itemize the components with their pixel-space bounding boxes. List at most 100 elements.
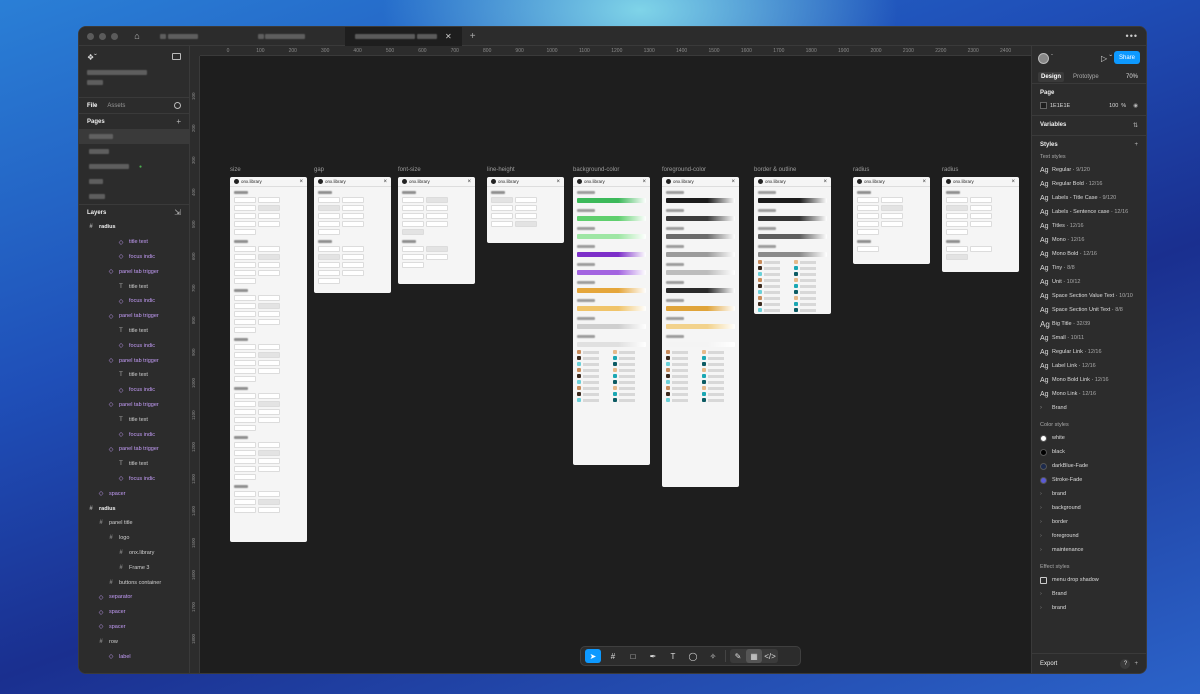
swatch-item[interactable] [794, 308, 824, 312]
layer-row[interactable]: ◇ panel tab trigger [79, 442, 189, 457]
effect-style-folder[interactable]: › brand [1040, 601, 1138, 615]
token-chip[interactable] [881, 205, 903, 211]
color-ramp[interactable] [577, 270, 646, 275]
frame-label[interactable]: font-size [398, 167, 421, 173]
swatch-item[interactable] [577, 350, 607, 354]
token-chip[interactable] [234, 466, 256, 472]
token-chip[interactable] [234, 254, 256, 260]
token-chip[interactable] [234, 229, 256, 235]
swatch-item[interactable] [666, 392, 696, 396]
token-chip[interactable] [234, 246, 256, 252]
layer-row[interactable]: # row [79, 634, 189, 649]
layer-row[interactable]: ◇ spacer [79, 605, 189, 620]
token-chip[interactable] [402, 254, 424, 260]
layer-row[interactable]: Ttitle text [79, 412, 189, 427]
text-style-item[interactable]: Ag Titles · 12/16 [1040, 219, 1138, 233]
present-icon[interactable]: ▷ ˇ [1101, 54, 1112, 63]
token-chip[interactable] [402, 197, 424, 203]
token-chip[interactable] [402, 246, 424, 252]
token-chip[interactable] [234, 393, 256, 399]
swatch-item[interactable] [794, 278, 824, 282]
layer-row[interactable]: # onx.library [79, 546, 189, 561]
figma-menu-icon[interactable]: ❖ˇ [87, 53, 99, 62]
swatch-item[interactable] [794, 302, 824, 306]
token-chip[interactable] [234, 368, 256, 374]
color-ramp[interactable] [577, 234, 646, 239]
token-chip[interactable] [857, 205, 879, 211]
token-chip[interactable] [234, 197, 256, 203]
token-chip[interactable] [857, 197, 879, 203]
token-chip[interactable] [515, 197, 537, 203]
swatch-item[interactable] [613, 368, 643, 372]
new-tab-button[interactable]: + [470, 31, 476, 42]
swatch-item[interactable] [702, 392, 732, 396]
actions-tool-icon[interactable]: ✧ [705, 649, 721, 663]
token-chip[interactable] [491, 221, 513, 227]
frame-label[interactable]: radius [942, 167, 958, 173]
token-chip[interactable] [258, 295, 280, 301]
layer-row[interactable]: ◇ spacer [79, 620, 189, 635]
color-ramp[interactable] [666, 234, 735, 239]
token-chip[interactable] [234, 270, 256, 276]
shape-tool-icon[interactable]: □ [625, 649, 641, 663]
library-frame[interactable]: onx.library × [662, 177, 739, 487]
token-chip[interactable] [946, 229, 968, 235]
add-export-icon[interactable]: + [1134, 661, 1138, 667]
token-chip[interactable] [234, 344, 256, 350]
token-chip[interactable] [402, 221, 424, 227]
comment-tool-icon[interactable]: ◯ [685, 649, 701, 663]
token-chip[interactable] [258, 458, 280, 464]
swatch-item[interactable] [577, 386, 607, 390]
layer-row[interactable]: # Frame 3 [79, 560, 189, 575]
effect-style-folder[interactable]: › Brand [1040, 587, 1138, 601]
color-ramp[interactable] [666, 216, 735, 221]
library-frame[interactable]: onx.library × [942, 177, 1019, 272]
text-style-item[interactable]: Ag Label Link · 12/16 [1040, 359, 1138, 373]
layer-row[interactable]: # panel title [79, 516, 189, 531]
export-title[interactable]: Export [1040, 661, 1057, 667]
token-chip[interactable] [318, 229, 340, 235]
dev-mode-icon[interactable]: </> [762, 649, 778, 663]
page-item[interactable] [79, 189, 189, 204]
swatch-item[interactable] [702, 350, 732, 354]
token-chip[interactable] [491, 213, 513, 219]
color-style-folder[interactable]: › brand [1040, 487, 1138, 501]
token-chip[interactable] [342, 254, 364, 260]
token-chip[interactable] [946, 254, 968, 260]
frame-tool-icon[interactable]: # [605, 649, 621, 663]
minimize-window-button[interactable] [99, 32, 106, 40]
zoom-level[interactable]: 70% [1126, 74, 1138, 80]
token-chip[interactable] [258, 254, 280, 260]
layer-row[interactable]: ◇ panel tab trigger [79, 309, 189, 324]
design-mode-icon[interactable]: ▦ [746, 649, 762, 663]
swatch-item[interactable] [613, 374, 643, 378]
token-chip[interactable] [234, 507, 256, 513]
swatch-item[interactable] [666, 368, 696, 372]
swatch-item[interactable] [577, 398, 607, 402]
color-ramp[interactable] [666, 252, 735, 257]
token-chip[interactable] [234, 311, 256, 317]
color-ramp[interactable] [666, 270, 735, 275]
frame-label[interactable]: gap [314, 167, 324, 173]
layer-row[interactable]: # radius [79, 501, 189, 516]
frame-label[interactable]: background-color [573, 167, 619, 173]
swatch-item[interactable] [613, 386, 643, 390]
move-tool-icon[interactable]: ➤ [585, 649, 601, 663]
page-opacity-value[interactable]: 100 [1109, 103, 1118, 109]
close-icon[interactable]: × [467, 179, 471, 185]
token-chip[interactable] [318, 278, 340, 284]
swatch-item[interactable] [613, 362, 643, 366]
pen-tool-icon[interactable]: ✒ [645, 649, 661, 663]
token-chip[interactable] [258, 442, 280, 448]
share-button[interactable]: Share [1113, 51, 1140, 64]
token-chip[interactable] [234, 213, 256, 219]
close-icon[interactable]: × [1011, 179, 1015, 185]
layer-row[interactable]: # radius [79, 220, 189, 235]
close-icon[interactable]: × [823, 179, 827, 185]
text-style-item[interactable]: Ag Space Section Value Text · 10/10 [1040, 289, 1138, 303]
swatch-item[interactable] [577, 362, 607, 366]
frame-label[interactable]: line-height [487, 167, 515, 173]
color-ramp[interactable] [577, 306, 646, 311]
close-icon[interactable]: × [731, 179, 735, 185]
token-chip[interactable] [234, 262, 256, 268]
